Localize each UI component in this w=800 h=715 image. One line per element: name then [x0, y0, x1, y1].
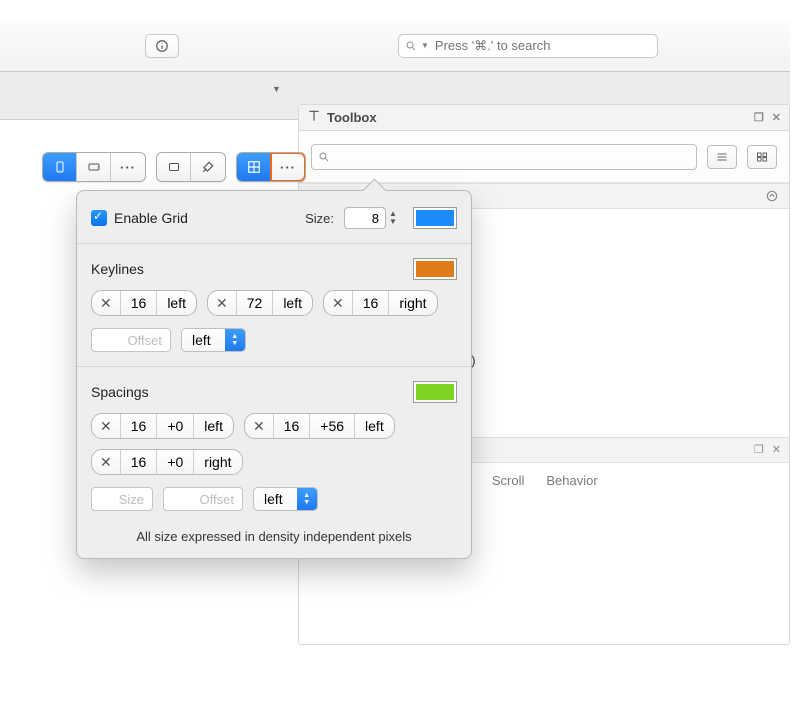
spacing-value[interactable]: 16 — [274, 414, 311, 438]
device-portrait-icon[interactable] — [43, 153, 77, 181]
toolbox-filter-row — [299, 131, 789, 183]
spacing-side[interactable]: left — [355, 414, 394, 438]
view-grid-button[interactable] — [747, 145, 777, 169]
select-arrows-icon: ▲▼ — [297, 488, 317, 510]
spacing-chip[interactable]: ✕ 16 +0 right — [91, 449, 243, 475]
device-group: ··· — [42, 152, 146, 182]
keyline-value[interactable]: 72 — [237, 291, 274, 315]
spacing-value[interactable]: 16 — [121, 450, 158, 474]
remove-icon[interactable]: ✕ — [324, 291, 353, 315]
view-list-button[interactable] — [707, 145, 737, 169]
spacing-side[interactable]: left — [194, 414, 233, 438]
keyline-side-select[interactable]: left ▲▼ — [181, 328, 246, 352]
keyline-offset-input[interactable]: Offset — [91, 328, 171, 352]
remove-icon[interactable]: ✕ — [92, 414, 121, 438]
maximize-icon[interactable]: ❐ — [754, 111, 764, 124]
tab-scroll[interactable]: Scroll — [492, 469, 525, 493]
device-overflow-icon[interactable]: ··· — [111, 153, 145, 181]
keyline-chip[interactable]: ✕ 16 left — [91, 290, 197, 316]
grid-color-swatch[interactable] — [413, 207, 457, 229]
select-value: left — [182, 329, 225, 351]
enable-grid-label: Enable Grid — [114, 210, 188, 226]
spacings-color-swatch[interactable] — [413, 381, 457, 403]
dropdown-triangle-icon[interactable]: ▼ — [272, 84, 281, 94]
spacing-side[interactable]: right — [194, 450, 241, 474]
spacing-offset[interactable]: +0 — [157, 414, 194, 438]
remove-icon[interactable]: ✕ — [245, 414, 274, 438]
keyline-chip[interactable]: ✕ 72 left — [207, 290, 313, 316]
toolbox-icon — [307, 109, 321, 126]
keyline-side[interactable]: left — [157, 291, 196, 315]
info-button[interactable] — [145, 34, 179, 58]
brush-icon[interactable] — [191, 153, 225, 181]
spacings-list: ✕ 16 +0 left ✕ 16 +56 left ✕ 16 +0 right — [91, 413, 457, 475]
window-titlebar: ▼ — [0, 20, 790, 72]
tab-behavior[interactable]: Behavior — [546, 469, 597, 493]
remove-icon[interactable]: ✕ — [92, 291, 121, 315]
grid-icon[interactable] — [237, 153, 271, 181]
spacing-size-input[interactable]: Size — [91, 487, 153, 511]
spacing-side-select[interactable]: left ▲▼ — [253, 487, 318, 511]
grid-options-popover: Enable Grid Size: ▲▼ Keylines ✕ 16 left … — [76, 190, 472, 559]
device-toolbar: ··· ··· — [42, 152, 306, 182]
keyline-value[interactable]: 16 — [353, 291, 390, 315]
enable-grid-checkbox[interactable]: Enable Grid — [91, 210, 188, 226]
keylines-title: Keylines — [91, 261, 144, 277]
list-item: e) — [443, 373, 775, 397]
remove-icon[interactable]: ✕ — [208, 291, 237, 315]
spacing-value[interactable]: 16 — [121, 414, 158, 438]
close-icon[interactable]: ✕ — [772, 438, 781, 462]
toolbox-title: Toolbox — [327, 110, 377, 125]
keylines-color-swatch[interactable] — [413, 258, 457, 280]
popover-footnote: All size expressed in density independen… — [91, 529, 457, 544]
remove-icon[interactable]: ✕ — [92, 450, 121, 474]
paint-group — [156, 152, 226, 182]
keyline-side[interactable]: left — [273, 291, 312, 315]
select-arrows-icon: ▲▼ — [225, 329, 245, 351]
keyline-side[interactable]: right — [389, 291, 436, 315]
list-item: ontal) — [443, 349, 775, 373]
spacing-chip[interactable]: ✕ 16 +0 left — [91, 413, 234, 439]
spacing-chip[interactable]: ✕ 16 +56 left — [244, 413, 395, 439]
grid-size-input[interactable] — [344, 207, 386, 229]
keylines-list: ✕ 16 left ✕ 72 left ✕ 16 right — [91, 290, 457, 316]
size-stepper[interactable]: ▲▼ — [389, 210, 403, 226]
frame-icon[interactable] — [157, 153, 191, 181]
keyline-value[interactable]: 16 — [121, 291, 158, 315]
global-search-input[interactable] — [435, 38, 651, 53]
maximize-icon[interactable]: ❐ — [754, 438, 764, 462]
toolbox-search[interactable] — [311, 144, 697, 170]
grid-options-button[interactable]: ··· — [271, 153, 305, 181]
chevron-down-icon: ▼ — [421, 41, 429, 50]
search-icon — [405, 40, 417, 52]
toolbox-header: Toolbox ❐ ✕ — [299, 105, 789, 131]
spacings-title: Spacings — [91, 384, 149, 400]
size-label: Size: — [305, 211, 334, 226]
close-icon[interactable]: ✕ — [772, 111, 781, 124]
spacing-offset[interactable]: +56 — [310, 414, 355, 438]
device-landscape-icon[interactable] — [77, 153, 111, 181]
global-search[interactable]: ▼ — [398, 34, 658, 58]
grid-group: ··· — [236, 152, 306, 182]
spacing-offset-input[interactable]: Offset — [163, 487, 243, 511]
keyline-chip[interactable]: ✕ 16 right — [323, 290, 438, 316]
spacing-offset[interactable]: +0 — [157, 450, 194, 474]
select-value: left — [254, 488, 297, 510]
